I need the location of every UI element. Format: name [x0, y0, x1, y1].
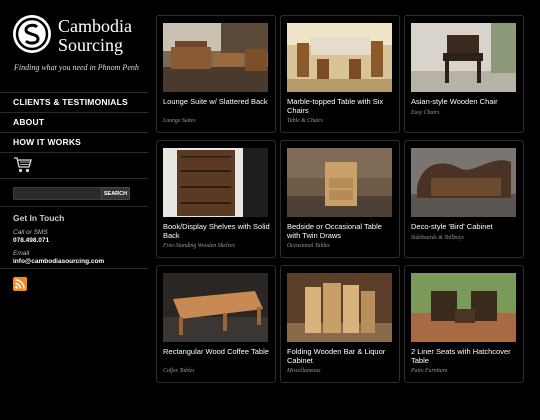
product-card[interactable]: 2 Liner Seats with Hatchcover Table Pati…	[404, 265, 524, 383]
product-category[interactable]: Occasional Tables	[287, 243, 395, 249]
email-link[interactable]: info@cambodiasourcing.com	[13, 258, 143, 266]
product-image	[287, 23, 392, 92]
divider	[0, 268, 148, 269]
product-card[interactable]: Asian-style Wooden Chair Easy Chairs	[404, 15, 524, 133]
brand-tagline: Finding what you need in Phnom Penh	[14, 63, 139, 72]
logo-mark-icon	[13, 15, 51, 53]
logo[interactable]: Cambodia Sourcing Finding what you need …	[12, 14, 148, 74]
email-label: Email	[13, 250, 30, 257]
product-title[interactable]: 2 Liner Seats with Hatchcover Table	[411, 347, 519, 365]
product-title[interactable]: Deco-style 'Bird' Cabinet	[411, 222, 519, 232]
product-image	[287, 273, 392, 342]
product-image	[411, 273, 516, 342]
brand-title-line2: Sourcing	[58, 35, 123, 55]
main-nav: CLIENTS & TESTIMONIALS ABOUT HOW IT WORK…	[0, 92, 148, 153]
product-category[interactable]: Miscellaneous	[287, 368, 395, 374]
product-image	[411, 23, 516, 92]
product-card[interactable]: Folding Wooden Bar & Liquor Cabinet Misc…	[280, 265, 400, 383]
phone-label: Call or SMS	[13, 229, 48, 236]
product-title[interactable]: Marble-topped Table with Six Chairs	[287, 97, 395, 115]
cart-icon[interactable]	[13, 156, 33, 174]
brand-title: Cambodia Sourcing	[58, 17, 132, 55]
product-category[interactable]: Sideboards & Tallboys	[411, 235, 519, 241]
product-category[interactable]: Coffee Tables	[163, 368, 271, 374]
product-card[interactable]: Book/Display Shelves with Solid Back Fre…	[156, 140, 276, 258]
search-button[interactable]: SEARCH	[101, 187, 130, 200]
product-title[interactable]: Lounge Suite w/ Slattered Back	[163, 97, 271, 107]
divider	[0, 178, 148, 179]
nav-how-it-works[interactable]: HOW IT WORKS	[0, 132, 148, 153]
product-image	[287, 148, 392, 217]
product-category[interactable]: Easy Chairs	[411, 110, 519, 116]
product-card[interactable]: Marble-topped Table with Six Chairs Tabl…	[280, 15, 400, 133]
contact-heading: Get In Touch	[13, 213, 65, 223]
product-title[interactable]: Rectangular Wood Coffee Table	[163, 347, 271, 357]
product-category[interactable]: Table & Chairs	[287, 118, 395, 124]
brand-title-line1: Cambodia	[58, 16, 132, 36]
phone-number: 078.498.071	[13, 237, 50, 244]
sidebar: Cambodia Sourcing Finding what you need …	[0, 0, 148, 420]
product-title[interactable]: Asian-style Wooden Chair	[411, 97, 519, 107]
product-card[interactable]: Deco-style 'Bird' Cabinet Sideboards & T…	[404, 140, 524, 258]
product-category[interactable]: Free-Standing Wooden Shelves	[163, 243, 271, 249]
product-card[interactable]: Lounge Suite w/ Slattered Back Lounge Su…	[156, 15, 276, 133]
product-title[interactable]: Folding Wooden Bar & Liquor Cabinet	[287, 347, 395, 365]
product-title[interactable]: Bedside or Occasional Table with Twin Dr…	[287, 222, 395, 240]
search-input[interactable]	[13, 187, 105, 200]
product-category[interactable]: Lounge Suites	[163, 118, 271, 124]
nav-about[interactable]: ABOUT	[0, 112, 148, 132]
product-category[interactable]: Patio Furniture	[411, 368, 519, 374]
product-image	[411, 148, 516, 217]
product-title[interactable]: Book/Display Shelves with Solid Back	[163, 222, 271, 240]
product-image	[163, 23, 268, 92]
divider	[0, 206, 148, 207]
product-image	[163, 273, 268, 342]
product-card[interactable]: Rectangular Wood Coffee Table Coffee Tab…	[156, 265, 276, 383]
product-image	[163, 148, 268, 217]
contact-block: Get In Touch Call or SMS 078.498.071 Ema…	[13, 213, 143, 271]
rss-icon[interactable]	[13, 277, 27, 291]
product-card[interactable]: Bedside or Occasional Table with Twin Dr…	[280, 140, 400, 258]
nav-clients-testimonials[interactable]: CLIENTS & TESTIMONIALS	[0, 92, 148, 112]
